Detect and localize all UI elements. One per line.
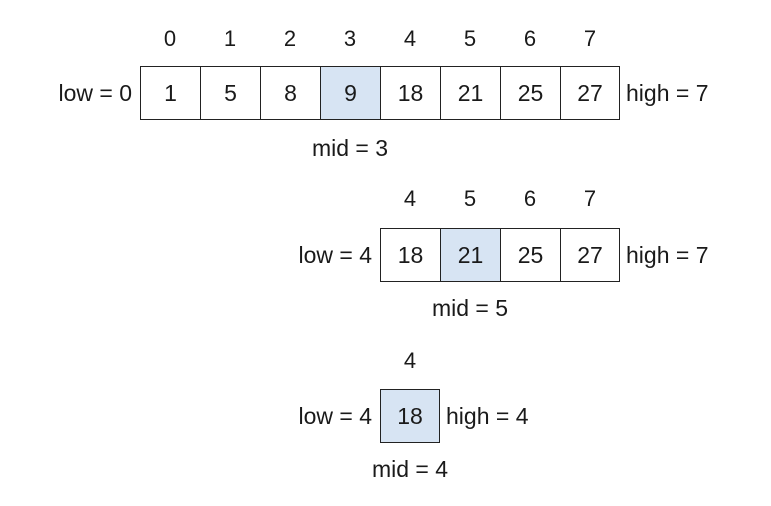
array-index: 1	[223, 26, 237, 51]
array-cell: 8	[260, 66, 320, 120]
mid-label: mid = 5	[431, 295, 509, 321]
array-cells: 18	[380, 389, 440, 443]
array-index: 0	[163, 26, 177, 51]
index-row: 4	[380, 348, 440, 374]
array-cells: 1 5 8 9 18 21 25 27	[140, 66, 620, 120]
array-index: 7	[583, 186, 597, 211]
array-cell: 18	[380, 228, 440, 282]
index-row: 0 1 2 3 4 5 6 7	[140, 26, 620, 52]
array-index: 4	[403, 348, 417, 373]
array-cell-mid: 9	[320, 66, 380, 120]
array-index: 4	[403, 26, 417, 51]
array-cell-mid: 21	[440, 228, 500, 282]
array-index: 3	[343, 26, 357, 51]
low-label: low = 0	[58, 80, 132, 106]
high-label: high = 7	[626, 80, 709, 106]
array-cell: 25	[500, 228, 560, 282]
array-cells: 18 21 25 27	[380, 228, 620, 282]
array-cell: 27	[560, 66, 620, 120]
array-cell: 1	[140, 66, 200, 120]
array-index: 5	[463, 186, 477, 211]
high-label: high = 7	[626, 242, 709, 268]
array-cell: 5	[200, 66, 260, 120]
low-label: low = 4	[298, 403, 372, 429]
array-index: 4	[403, 186, 417, 211]
array-index: 6	[523, 26, 537, 51]
array-index: 6	[523, 186, 537, 211]
array-cell: 21	[440, 66, 500, 120]
array-cell-mid: 18	[380, 389, 440, 443]
array-index: 7	[583, 26, 597, 51]
array-cell: 18	[380, 66, 440, 120]
high-label: high = 4	[446, 403, 529, 429]
mid-label: mid = 4	[371, 456, 449, 482]
array-index: 5	[463, 26, 477, 51]
array-index: 2	[283, 26, 297, 51]
mid-label: mid = 3	[311, 135, 389, 161]
low-label: low = 4	[298, 242, 372, 268]
array-cell: 27	[560, 228, 620, 282]
array-cell: 25	[500, 66, 560, 120]
index-row: 4 5 6 7	[380, 186, 620, 212]
